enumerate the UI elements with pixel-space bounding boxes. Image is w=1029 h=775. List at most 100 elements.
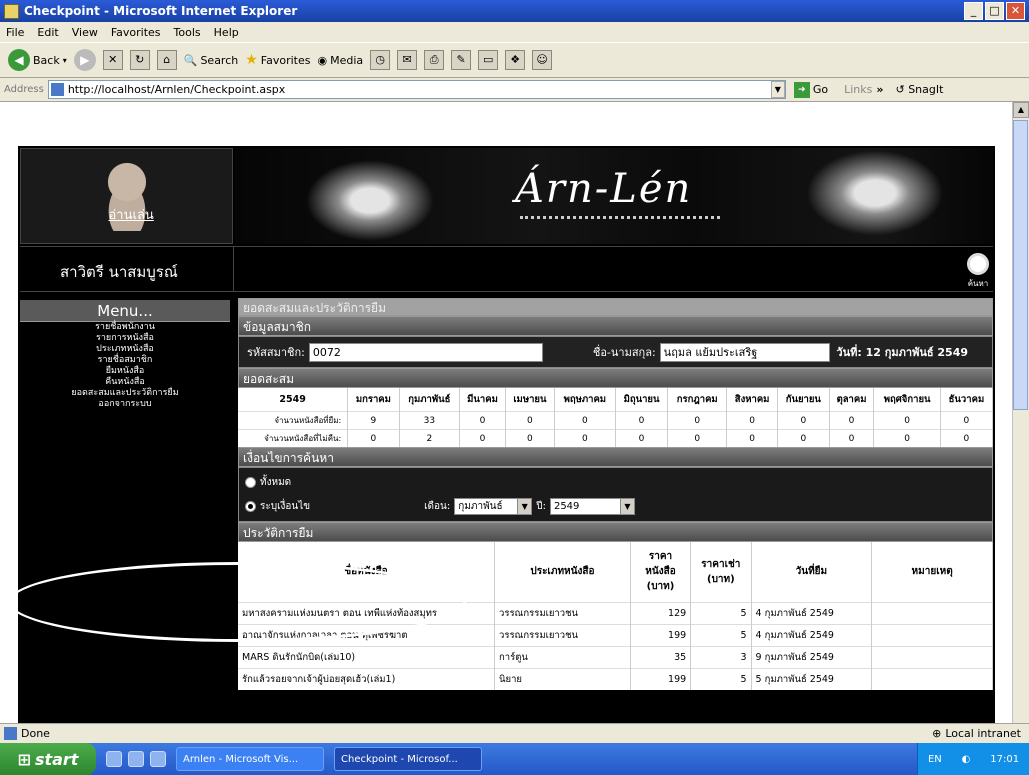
history-cell: 5 — [690, 623, 752, 646]
close-button[interactable]: ✕ — [1006, 2, 1025, 20]
research-icon[interactable]: ❖ — [505, 50, 526, 70]
windows-taskbar: ⊞ start Arnlen - Microsoft Vis... Checkpo… — [0, 743, 1029, 775]
month-header: มกราคม — [347, 388, 400, 412]
go-button[interactable]: ➜ Go — [793, 81, 828, 98]
back-button[interactable]: ◀ Back ▾ — [8, 49, 67, 71]
month-label: เดือน: — [424, 501, 451, 512]
address-dropdown[interactable]: ▼ — [770, 81, 785, 98]
back-arrow-icon: ◀ — [8, 49, 30, 71]
go-arrow-icon: ➜ — [793, 81, 810, 98]
stats-cell: 0 — [554, 411, 616, 430]
language-indicator[interactable]: EN — [928, 754, 942, 765]
history-header-row: ชื่อหนังสือ ประเภทหนังสือ ราคาหนังสือ (บาท… — [238, 542, 993, 602]
links-label[interactable]: Links — [844, 83, 872, 96]
history-row: MARS ดินรักนักบิด(เล่ม10) การ์ตูน 35 3 9 กุม… — [238, 645, 993, 668]
forward-button[interactable]: ▶ — [73, 49, 96, 71]
history-column-header: ชื่อหนังสือ — [238, 542, 496, 602]
year-select[interactable]: 2549 ▼ — [549, 498, 635, 515]
menu-favorites[interactable]: Favorites — [111, 26, 161, 39]
task-arnlen[interactable]: Arnlen - Microsoft Vis... — [176, 747, 324, 771]
window-titlebar: Checkpoint - Microsoft Internet Explorer… — [0, 0, 1029, 22]
scroll-up-icon[interactable]: ▲ — [1013, 102, 1029, 118]
stats-cell: 0 — [459, 411, 506, 430]
star-icon: ★ — [245, 52, 258, 68]
stats-cell: 33 — [399, 411, 461, 430]
stop-icon[interactable]: ✕ — [102, 50, 123, 70]
menu-item-staff[interactable]: รายชื่อพนักงาน — [20, 322, 230, 333]
menu-item-history[interactable]: ยอดสะสมและประวัติการยืม — [20, 388, 230, 399]
menu-item-logout[interactable]: ออกจากระบบ — [20, 399, 230, 410]
history-cell: 199 — [630, 623, 692, 646]
history-column-header: หมายเหตุ — [871, 542, 993, 602]
radio-all[interactable] — [245, 477, 256, 488]
menu-view[interactable]: View — [72, 26, 98, 39]
history-cell: 9 กุมภาพันธ์ 2549 — [751, 645, 873, 668]
flower-image-left — [295, 153, 445, 244]
menu-item-return[interactable]: คืนหนังสือ — [20, 377, 230, 388]
current-date: วันที่: 12 กุมภาพันธ์ 2549 — [836, 346, 968, 359]
menu-item-borrow[interactable]: ยืมหนังสือ — [20, 366, 230, 377]
user-name: สาวิตรี นาสมบูรณ์ — [60, 263, 178, 281]
stats-cell: 2 — [399, 429, 461, 447]
minimize-button[interactable]: _ — [964, 2, 983, 20]
menu-item-book-types[interactable]: ประเภทหนังสือ — [20, 344, 230, 355]
desktop-icon[interactable] — [106, 751, 122, 767]
stats-cell: 0 — [829, 429, 875, 447]
discuss-icon[interactable]: ▭ — [478, 50, 499, 70]
menu-file[interactable]: File — [6, 26, 24, 39]
history-icon[interactable]: ◷ — [370, 50, 391, 70]
messenger-icon[interactable]: ☺ — [532, 50, 553, 70]
search-conditions: ทั้งหมด ระบุเงื่อนไข เดือน: กุมภาพันธ์ ▼ … — [238, 467, 993, 522]
mail-icon[interactable]: ✉ — [397, 50, 418, 70]
history-row: มหาสงครามแห่งมนตรา ตอน เทพีแห่งท้องสมุทร… — [238, 601, 993, 624]
history-cell: 4 กุมภาพันธ์ 2549 — [751, 623, 873, 646]
forward-arrow-icon: ▶ — [73, 49, 96, 71]
menu-item-members[interactable]: รายชื่อสมาชิก — [20, 355, 230, 366]
search-button[interactable]: 🔍 Search — [184, 54, 239, 67]
tray-icon: ◐ — [961, 753, 971, 765]
member-id-field[interactable]: 0072 — [308, 342, 543, 362]
menu-item-books[interactable]: รายการหนังสือ — [20, 333, 230, 344]
vertical-scrollbar[interactable]: ▲ — [1012, 102, 1029, 723]
option-specify-label: ระบุเงื่อนไข — [260, 501, 311, 512]
windows-logo-icon: ⊞ — [17, 749, 31, 769]
start-button[interactable]: ⊞ start — [0, 743, 96, 775]
print-icon[interactable]: ⎙ — [424, 50, 445, 70]
stats-cell: 0 — [940, 411, 994, 430]
history-cell — [871, 601, 993, 624]
media-button[interactable]: ◉ Media — [318, 54, 364, 67]
side-menu: Menu... รายชื่อพนักงาน รายการหนังสือ ประ… — [20, 300, 230, 460]
menu-title: Menu... — [20, 300, 230, 322]
explorer-icon[interactable] — [128, 751, 144, 767]
task-checkpoint[interactable]: Checkpoint - Microsof... — [334, 747, 482, 771]
site-logo[interactable]: อ่านเล่น — [20, 148, 233, 244]
stats-cell: 0 — [615, 429, 669, 447]
menu-tools[interactable]: Tools — [174, 26, 201, 39]
stats-row: จำนวนหนังสือที่ยืม: 9 33 0 0 0 0 0 0 0 0 0 0 — [238, 411, 994, 430]
member-name-field[interactable]: นฤมล แย้มประเสริฐ — [659, 342, 830, 362]
status-bar: Done ⊕ Local intranet — [0, 723, 1029, 743]
menu-edit[interactable]: Edit — [37, 26, 58, 39]
favorites-button[interactable]: ★ Favorites — [245, 52, 310, 68]
month-header: กุมภาพันธ์ — [399, 388, 461, 412]
snagit-button[interactable]: ↺ SnagIt — [895, 83, 943, 96]
search-link[interactable]: ค้นหา — [967, 253, 989, 290]
window-title: Checkpoint - Microsoft Internet Explorer — [24, 4, 298, 18]
month-select[interactable]: กุมภาพันธ์ ▼ — [454, 498, 533, 515]
security-zone: ⊕ Local intranet — [932, 727, 1021, 740]
menu-help[interactable]: Help — [214, 26, 239, 39]
scroll-thumb[interactable] — [1013, 120, 1028, 410]
refresh-icon[interactable]: ↻ — [129, 50, 150, 70]
history-cell: 5 กุมภาพันธ์ 2549 — [751, 667, 873, 690]
month-header: ตุลาคม — [829, 388, 875, 412]
address-input[interactable]: http://localhost/Arnlen/Checkpoint.aspx … — [47, 80, 786, 99]
radio-specify[interactable] — [245, 501, 256, 512]
ie-quick-icon[interactable] — [150, 751, 166, 767]
maximize-button[interactable]: □ — [985, 2, 1004, 20]
edit-icon[interactable]: ✎ — [451, 50, 472, 70]
history-cell: 129 — [630, 601, 692, 624]
loan-history-table: ชื่อหนังสือ ประเภทหนังสือ ราคาหนังสือ (บาท… — [238, 542, 993, 690]
history-column-header: ราคาหนังสือ (บาท) — [630, 542, 692, 602]
stats-row-label: จำนวนหนังสือที่ไม่คืน: — [238, 429, 349, 447]
home-icon[interactable]: ⌂ — [156, 50, 177, 70]
